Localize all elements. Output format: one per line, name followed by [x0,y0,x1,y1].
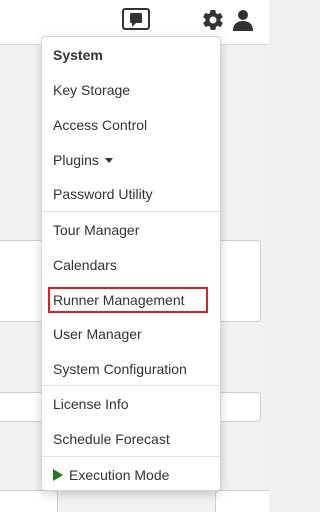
play-icon [53,469,63,482]
menu-section-title: System [42,42,220,68]
menu-item-label: Plugins [53,152,99,168]
background-panel [0,490,58,512]
menu-divider [42,211,220,212]
menu-item-label: Schedule Forecast [53,431,170,447]
caret-down-icon [104,157,113,163]
gear-icon[interactable] [199,6,227,34]
menu-item-label: System Configuration [53,361,187,377]
menu-item-label: License Info [53,396,129,412]
menu-item-label: User Manager [53,326,142,342]
menu-item-runner-management[interactable]: Runner Management [42,287,220,313]
user-icon[interactable] [229,6,257,34]
menu-section-title-label: System [53,47,103,63]
menu-item-tour-manager[interactable]: Tour Manager [42,217,220,243]
page: System Key Storage Access Control Plugin… [0,0,269,512]
menu-item-password-utility[interactable]: Password Utility [42,181,220,207]
menu-item-calendars[interactable]: Calendars [42,252,220,278]
system-dropdown-menu: System Key Storage Access Control Plugin… [41,36,221,491]
menu-item-label: Password Utility [53,186,153,202]
chat-icon-svg [122,8,150,30]
user-icon-svg [233,10,253,31]
menu-item-execution-mode[interactable]: Execution Mode [42,462,220,488]
menu-divider [42,456,220,457]
chat-icon[interactable] [122,6,150,34]
menu-item-label: Access Control [53,117,148,133]
menu-item-system-configuration[interactable]: System Configuration [42,356,220,382]
menu-item-access-control[interactable]: Access Control [42,112,220,138]
background-panel [215,392,261,422]
menu-item-label: Key Storage [53,82,131,98]
menu-divider [42,385,220,386]
menu-item-label: Runner Management [53,292,185,308]
background-panel [215,490,269,512]
menu-item-user-manager[interactable]: User Manager [42,321,220,347]
menu-item-schedule-forecast[interactable]: Schedule Forecast [42,426,220,452]
gear-icon-svg [203,9,223,30]
menu-item-key-storage[interactable]: Key Storage [42,77,220,103]
menu-item-license-info[interactable]: License Info [42,391,220,417]
menu-item-plugins[interactable]: Plugins [42,147,220,173]
menu-item-label: Calendars [53,257,117,273]
menu-item-label: Tour Manager [53,222,140,238]
menu-item-label: Execution Mode [69,467,170,483]
background-panel [215,240,261,322]
